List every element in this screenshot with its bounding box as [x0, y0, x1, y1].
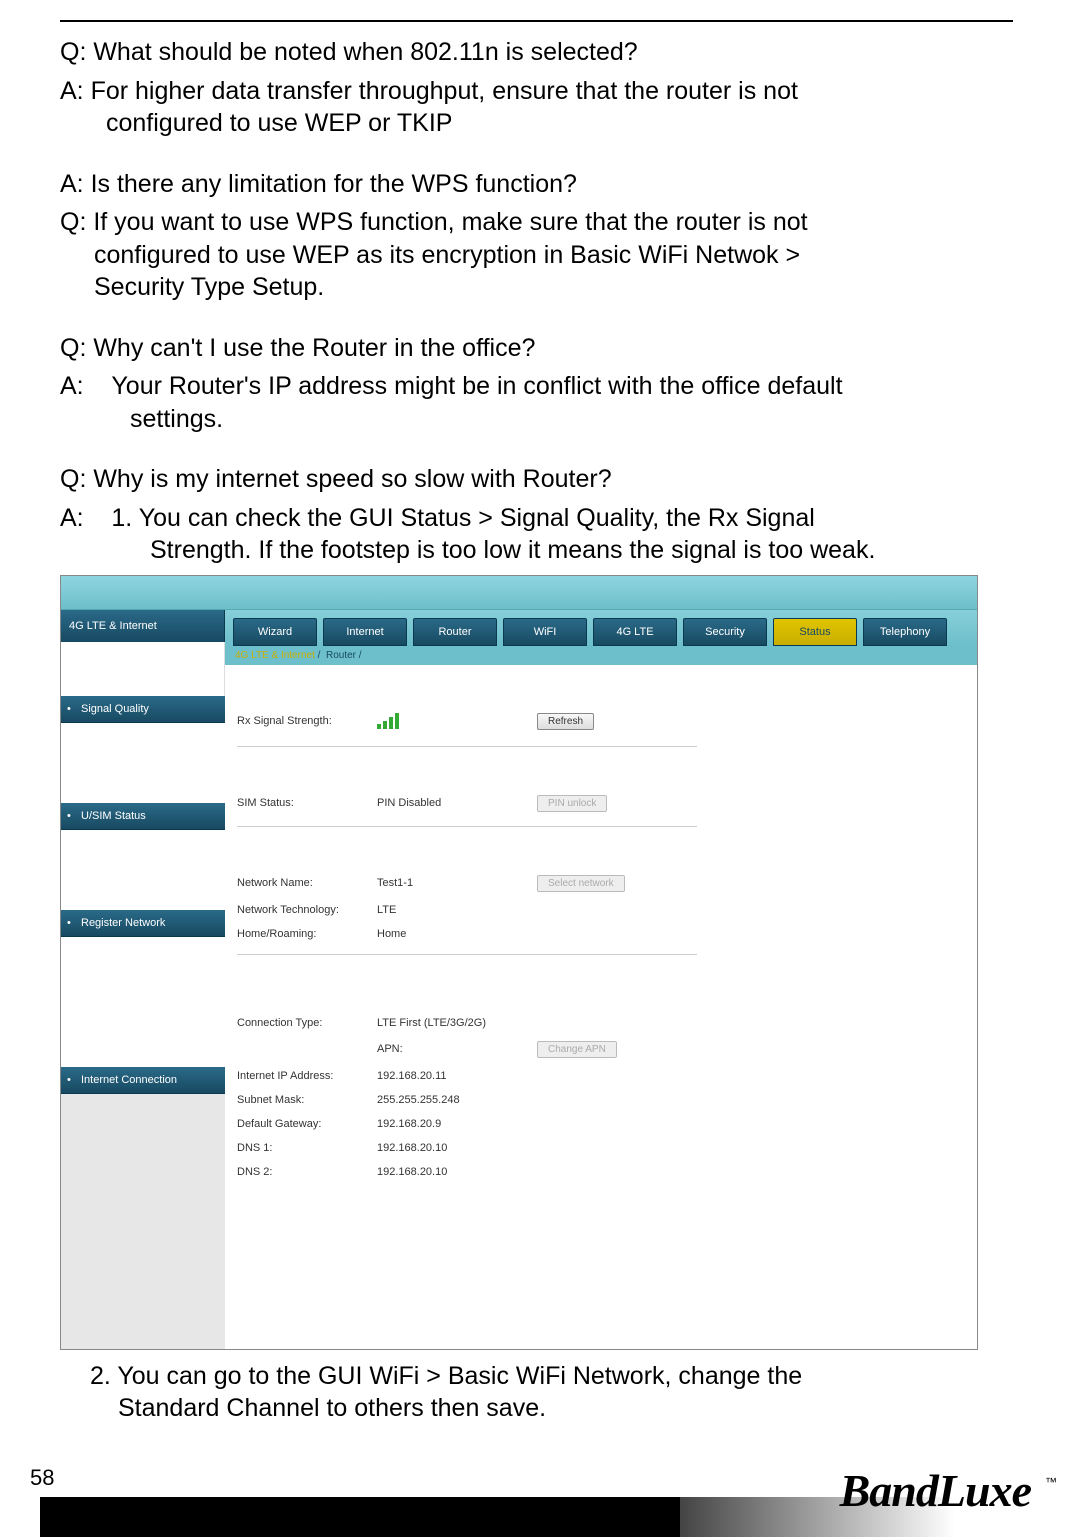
faq-block-3: Q: Why can't I use the Router in the off…	[60, 332, 1013, 436]
breadcrumb: 4G LTE & Internet / Router /	[225, 646, 977, 665]
sidebar-item-usim-status[interactable]: U/SIM Status	[61, 803, 225, 830]
faq-block-2: A: Is there any limitation for the WPS f…	[60, 168, 1013, 304]
faq-q-3: Q: Why can't I use the Router in the off…	[60, 332, 1013, 365]
conn-type-value: LTE First (LTE/3G/2G)	[377, 1017, 537, 1029]
brand-logo: BandLuxe	[840, 1464, 1031, 1517]
breadcrumb-main: 4G LTE & Internet	[235, 650, 315, 661]
dns2-label: DNS 2:	[237, 1166, 377, 1178]
faq-block-1: Q: What should be noted when 802.11n is …	[60, 36, 1013, 140]
tab-wizard[interactable]: Wizard	[233, 618, 317, 646]
faq-a-4-part2: 2. You can go to the GUI WiFi > Basic Wi…	[0, 1360, 1073, 1425]
conn-type-label: Connection Type:	[237, 1017, 377, 1029]
sidebar-item-internet-connection[interactable]: Internet Connection	[61, 1067, 225, 1094]
title-bar	[61, 576, 977, 610]
breadcrumb-sub: Router	[326, 650, 356, 661]
network-name-value: Test1-1	[377, 877, 537, 889]
gw-value: 192.168.20.9	[377, 1118, 537, 1130]
refresh-button[interactable]: Refresh	[537, 713, 594, 730]
change-apn-button[interactable]: Change APN	[537, 1041, 617, 1058]
gw-label: Default Gateway:	[237, 1118, 377, 1130]
content-area: Rx Signal Strength: Refresh SIM Status: …	[225, 665, 977, 1349]
tab-4glte[interactable]: 4G LTE	[593, 618, 677, 646]
tab-bar: Wizard Internet Router WiFI 4G LTE Secur…	[225, 610, 977, 646]
faq-q-2: A: Is there any limitation for the WPS f…	[60, 168, 1013, 201]
dns1-value: 192.168.20.10	[377, 1142, 537, 1154]
faq-a-3: A: Your Router's IP address might be in …	[60, 370, 1013, 435]
apn-label: APN:	[377, 1043, 537, 1055]
sidebar-item-signal-quality[interactable]: Signal Quality	[61, 696, 225, 723]
tab-internet[interactable]: Internet	[323, 618, 407, 646]
page-footer: 58 BandLuxe ™	[0, 1467, 1073, 1537]
rx-signal-label: Rx Signal Strength:	[237, 715, 377, 727]
sim-status-label: SIM Status:	[237, 797, 377, 809]
sidebar-item-register-network[interactable]: Register Network	[61, 910, 225, 937]
mask-value: 255.255.255.248	[377, 1094, 537, 1106]
dns1-label: DNS 1:	[237, 1142, 377, 1154]
footer-black-bar	[40, 1497, 680, 1537]
tab-telephony[interactable]: Telephony	[863, 618, 947, 646]
page-number: 58	[30, 1465, 54, 1491]
ip-label: Internet IP Address:	[237, 1070, 377, 1082]
router-ui-screenshot: 4G LTE & Internet Signal Quality U/SIM S…	[60, 575, 978, 1350]
faq-a-1: A: For higher data transfer throughput, …	[60, 75, 1013, 140]
faq-block-4: Q: Why is my internet speed so slow with…	[60, 463, 1013, 567]
dns2-value: 192.168.20.10	[377, 1166, 537, 1178]
signal-bars-icon	[377, 711, 399, 729]
tab-security[interactable]: Security	[683, 618, 767, 646]
mask-label: Subnet Mask:	[237, 1094, 377, 1106]
faq-q-4: Q: Why is my internet speed so slow with…	[60, 463, 1013, 496]
home-roaming-label: Home/Roaming:	[237, 928, 377, 940]
tab-wifi[interactable]: WiFI	[503, 618, 587, 646]
network-tech-value: LTE	[377, 904, 537, 916]
tab-router[interactable]: Router	[413, 618, 497, 646]
page-top-rule	[60, 20, 1013, 22]
trademark-symbol: ™	[1045, 1475, 1057, 1489]
faq-q-1: Q: What should be noted when 802.11n is …	[60, 36, 1013, 69]
sidebar: 4G LTE & Internet Signal Quality U/SIM S…	[61, 610, 225, 1349]
network-name-label: Network Name:	[237, 877, 377, 889]
home-roaming-value: Home	[377, 928, 537, 940]
faq-a-4: A: 1. You can check the GUI Status > Sig…	[60, 502, 1013, 567]
select-network-button[interactable]: Select network	[537, 875, 625, 892]
ip-value: 192.168.20.11	[377, 1070, 537, 1082]
network-tech-label: Network Technology:	[237, 904, 377, 916]
faq-a-2: Q: If you want to use WPS function, make…	[60, 206, 1013, 304]
sim-status-value: PIN Disabled	[377, 797, 537, 809]
pin-unlock-button[interactable]: PIN unlock	[537, 795, 607, 812]
brand-tab: 4G LTE & Internet	[61, 610, 225, 642]
tab-status[interactable]: Status	[773, 618, 857, 646]
